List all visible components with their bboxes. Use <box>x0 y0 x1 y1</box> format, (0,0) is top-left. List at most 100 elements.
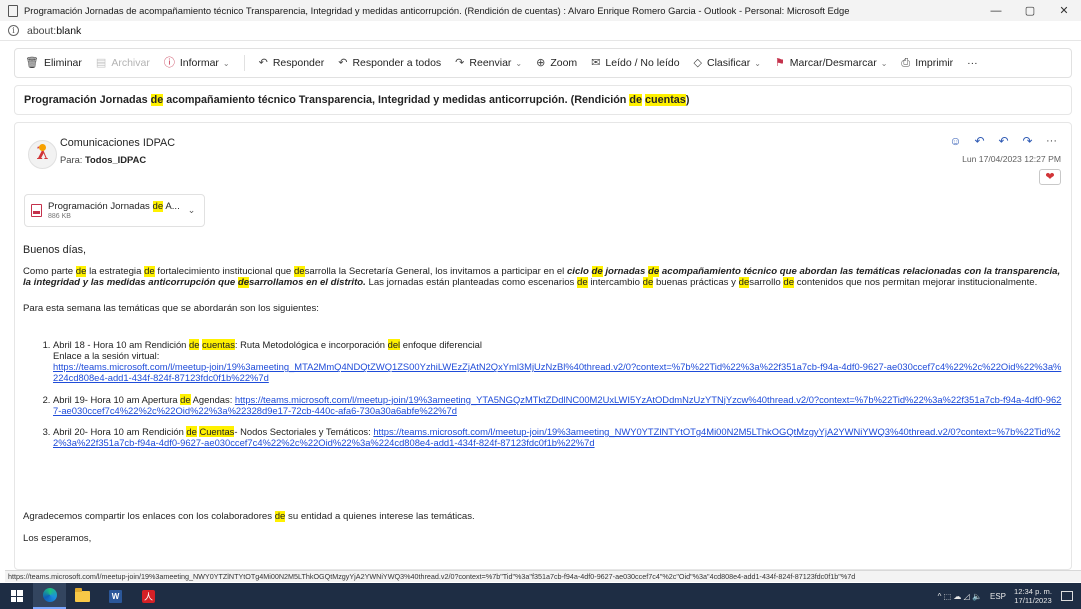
zoom-icon: ⊕ <box>536 56 546 69</box>
command-bar: 🗑 Eliminar ▤ Archivar ⓘ Informar ⌄ ↶ Responde… <box>14 48 1072 78</box>
forward-label: Reenviar <box>469 57 512 69</box>
chevron-down-icon[interactable]: ⌄ <box>515 59 522 68</box>
more-actions-button[interactable]: ··· <box>967 57 978 69</box>
reply-label: Responder <box>272 57 325 69</box>
emoji-react-icon[interactable]: ☺ <box>946 132 965 150</box>
archive-label: Archivar <box>111 57 150 69</box>
window-titlebar: Programación Jornadas de acompañamiento … <box>0 0 1081 21</box>
flag-button[interactable]: ⚑ Marcar/Desmarcar ⌄ <box>775 57 888 69</box>
taskbar-edge[interactable] <box>33 583 66 609</box>
url-prefix: about: <box>27 24 57 37</box>
zoom-button[interactable]: ⊕ Zoom <box>536 57 577 69</box>
attachment-name: Programación Jornadas de A... <box>48 201 180 212</box>
search-highlight: cuentas <box>645 94 686 106</box>
url-host: blank <box>56 24 82 37</box>
categorize-button[interactable]: ◇ Clasificar ⌄ <box>694 57 761 69</box>
list-item: Abril 18 - Hora 10 am Rendición de cuent… <box>53 338 1063 384</box>
heart-reaction-icon[interactable]: ❤ <box>1039 169 1061 185</box>
report-icon: ⓘ <box>163 56 175 69</box>
logo-spark <box>39 144 46 151</box>
report-button[interactable]: ⓘ Informar ⌄ <box>164 57 230 69</box>
status-bar-url: https://teams.microsoft.com/l/meetup-joi… <box>5 570 1081 582</box>
chevron-down-icon[interactable]: ⌄ <box>754 59 761 68</box>
minimize-button[interactable]: — <box>979 0 1013 21</box>
report-label: Informar <box>179 57 219 69</box>
search-highlight: de <box>152 201 164 212</box>
read-unread-label: Leído / No leído <box>605 57 680 69</box>
subject-part: ) <box>685 94 690 106</box>
to-label: Para: <box>60 154 83 165</box>
windows-logo-icon <box>10 590 23 602</box>
avatar[interactable]: λ <box>28 140 57 169</box>
window-controls: — ▢ ✕ <box>979 0 1081 21</box>
language-indicator[interactable]: ESP <box>990 592 1006 601</box>
reply-button[interactable]: ↶ Responder <box>259 57 325 69</box>
message-actions: ☺ ↶ ↶ ↷ ··· <box>941 132 1061 150</box>
greeting: Buenos días, <box>23 244 87 256</box>
forward-button[interactable]: ↷ Reenviar ⌄ <box>455 57 522 69</box>
address-url[interactable]: about:blank <box>27 25 81 37</box>
flag-label: Marcar/Desmarcar <box>789 57 877 69</box>
trash-icon: 🗑 <box>25 56 39 69</box>
start-button[interactable] <box>0 583 33 609</box>
window-title: Programación Jornadas de acompañamiento … <box>24 5 850 16</box>
print-button[interactable]: ⎙ Imprimir <box>901 57 953 69</box>
info-icon[interactable]: i <box>8 25 19 36</box>
folder-icon <box>75 587 90 602</box>
subject-part: acompañamiento técnico Transparencia, In… <box>163 94 630 106</box>
clock[interactable]: 12:34 p. m. 17/11/2023 <box>1014 587 1052 605</box>
tray-icons[interactable]: ^ ⬚ ☁ ◿ 🔈 <box>938 592 982 601</box>
sender-name[interactable]: Comunicaciones IDPAC <box>60 137 175 149</box>
tag-icon: ◇ <box>693 56 703 69</box>
subject-text: Programación Jornadas de acompañamiento … <box>24 94 689 106</box>
delete-button[interactable]: 🗑 Eliminar <box>25 57 82 69</box>
link-caption: Enlace a la sesión virtual: <box>53 350 160 362</box>
taskbar-word[interactable]: W <box>99 583 132 609</box>
printer-icon: ⎙ <box>901 56 911 69</box>
attachment-card[interactable]: Programación Jornadas de A... 886 KB ⌄ <box>24 194 205 227</box>
teams-meeting-link[interactable]: https://teams.microsoft.com/l/meetup-joi… <box>53 361 1061 383</box>
attachment-info: Programación Jornadas de A... 886 KB <box>48 201 180 220</box>
subject-part: Programación Jornadas <box>24 94 151 106</box>
print-label: Imprimir <box>915 57 954 69</box>
clock-date: 17/11/2023 <box>1014 596 1052 605</box>
close-button[interactable]: ✕ <box>1047 0 1081 21</box>
pdf-icon <box>31 204 42 217</box>
toolbar-divider <box>243 55 245 71</box>
chevron-down-icon[interactable]: ⌄ <box>188 205 196 216</box>
search-highlight: de <box>150 94 164 106</box>
body-paragraph-1: Como parte de la estrategia de fortaleci… <box>23 266 1061 289</box>
reply-all-button[interactable]: ↶ Responder a todos <box>338 57 441 69</box>
forward-icon: ↷ <box>455 56 465 69</box>
forward-icon[interactable]: ↷ <box>1018 132 1037 150</box>
taskbar-file-explorer[interactable] <box>66 583 99 609</box>
address-bar[interactable]: i about:blank <box>0 21 1081 41</box>
zoom-label: Zoom <box>550 57 578 69</box>
read-unread-button[interactable]: ✉ Leído / No leído <box>591 57 679 69</box>
thanks-paragraph: Agradecemos compartir los enlaces con lo… <box>23 511 475 522</box>
taskbar-acrobat[interactable]: 人 <box>132 583 165 609</box>
message-date: Lun 17/04/2023 12:27 PM <box>962 154 1061 164</box>
word-icon: W <box>109 589 122 603</box>
attachment-name-part: A... <box>163 201 180 212</box>
restore-button[interactable]: ▢ <box>1013 0 1047 21</box>
message-subject: Programación Jornadas de acompañamiento … <box>14 85 1072 115</box>
attachment-size: 886 KB <box>48 213 71 220</box>
reply-icon[interactable]: ↶ <box>970 132 989 150</box>
page-icon <box>8 4 18 17</box>
notification-icon[interactable] <box>1061 591 1073 601</box>
session-list: Abril 18 - Hora 10 am Rendición de cuent… <box>23 338 1063 449</box>
envelope-icon: ✉ <box>591 56 601 69</box>
archive-icon: ▤ <box>95 56 107 69</box>
chevron-down-icon[interactable]: ⌄ <box>223 59 230 68</box>
more-icon[interactable]: ··· <box>1042 132 1061 150</box>
taskbar: W 人 ^ ⬚ ☁ ◿ 🔈 ESP 12:34 p. m. 17/11/2023 <box>0 583 1081 609</box>
flag-icon: ⚑ <box>774 56 785 69</box>
to-value[interactable]: Todos_IDPAC <box>85 154 146 165</box>
list-item: Abril 19- Hora 10 am Apertura de Agendas… <box>53 393 1063 416</box>
archive-button[interactable]: ▤ Archivar <box>96 57 150 69</box>
chevron-down-icon[interactable]: ⌄ <box>881 59 888 68</box>
edge-icon <box>42 588 57 602</box>
delete-label: Eliminar <box>43 57 82 69</box>
reply-all-icon[interactable]: ↶ <box>994 132 1013 150</box>
